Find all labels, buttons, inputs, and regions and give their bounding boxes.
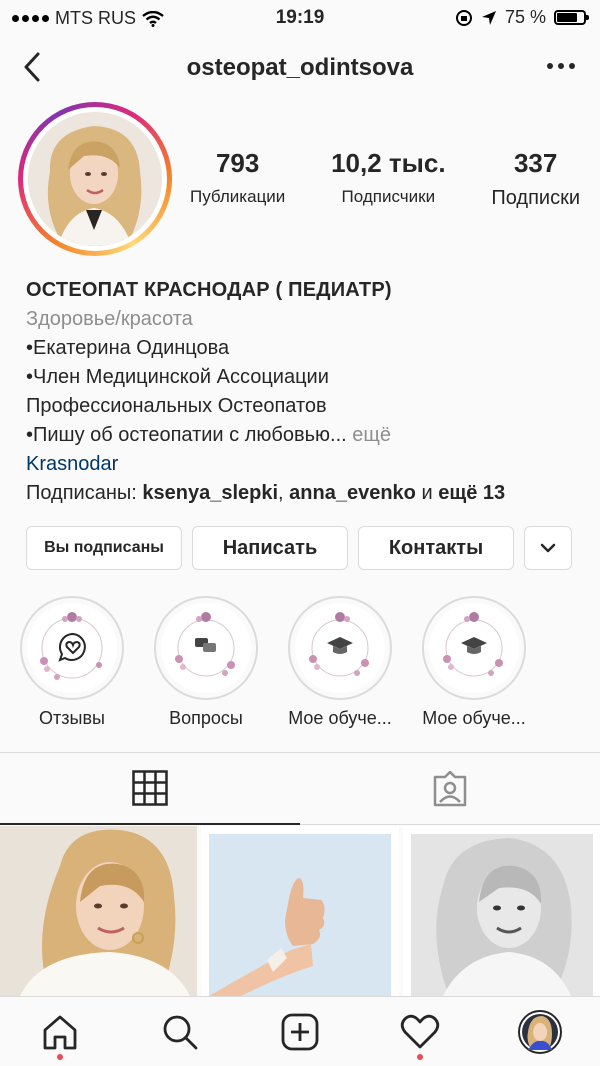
profile-stats: 793 Публикации 10,2 тыс. Подписчики 337 …	[190, 148, 580, 210]
posts-count: 793	[215, 148, 260, 178]
username-title: osteopat_odintsova	[186, 54, 414, 81]
home-icon	[43, 1015, 77, 1049]
profile-actions: Вы подписаны Написать Контакты	[26, 526, 572, 570]
followed-by-sep: ,	[278, 482, 290, 504]
tagged-icon	[433, 770, 467, 806]
highlight-label: Мое обуче...	[422, 708, 526, 728]
graduation-cap-icon	[327, 637, 353, 654]
display-name: ОСТЕОПАТ КРАСНОДАР ( ПЕДИАТР)	[26, 279, 392, 301]
nav-home[interactable]	[30, 1002, 90, 1062]
story-highlights: Отзывы Вопросы Мое обуче... Мое обуче...	[20, 596, 526, 729]
followed-by-and: и	[415, 482, 439, 504]
highlight-item[interactable]: Мое обуче...	[422, 596, 526, 729]
profile-bio: ОСТЕОПАТ КРАСНОДАР ( ПЕДИАТР) Здоровье/к…	[26, 276, 586, 508]
notification-dot	[57, 1053, 63, 1060]
heart-chat-icon	[58, 632, 86, 662]
following-label: Подписки	[491, 187, 580, 209]
notification-dot	[417, 1053, 423, 1060]
add-icon	[281, 1013, 319, 1050]
chat-bubbles-icon	[195, 638, 216, 652]
more-options-icon[interactable]	[544, 54, 578, 78]
status-bar: MTS RUS 19:19 75 %	[0, 0, 600, 36]
graduation-cap-icon	[461, 637, 487, 654]
followers-label: Подписчики	[341, 187, 436, 206]
bio-line: •Член Медицинской Ассоциации	[26, 366, 329, 388]
post-thumbnail[interactable]	[201, 826, 399, 996]
bio-more-link[interactable]: ещё	[352, 424, 391, 446]
suggested-toggle-button[interactable]	[524, 526, 572, 570]
following-count: 337	[513, 148, 558, 178]
followed-by-prefix: Подписаны:	[26, 482, 143, 504]
posts-label: Публикации	[190, 187, 286, 206]
battery-icon	[554, 10, 589, 25]
bottom-nav	[0, 996, 600, 1066]
message-button[interactable]: Написать	[192, 526, 348, 570]
nav-search[interactable]	[150, 1002, 210, 1062]
followers-count: 10,2 тыс.	[331, 148, 446, 178]
posts-grid	[0, 826, 600, 996]
contacts-button[interactable]: Контакты	[358, 526, 514, 570]
nav-new-post[interactable]	[270, 1002, 330, 1062]
bio-line: •Екатерина Одинцова	[26, 337, 230, 359]
followed-by-user[interactable]: anna_evenko	[289, 482, 416, 504]
tab-tagged[interactable]	[300, 753, 600, 825]
profile-tabs	[0, 752, 600, 825]
orientation-lock-icon	[455, 9, 472, 26]
following-button[interactable]: Вы подписаны	[26, 526, 182, 570]
following-stat[interactable]: 337 Подписки	[491, 148, 580, 210]
category-label: Здоровье/красота	[26, 308, 193, 330]
followed-by-more[interactable]: ещё 13	[438, 482, 505, 504]
post-thumbnail[interactable]	[402, 826, 600, 996]
post-image	[402, 826, 600, 996]
profile-header: osteopat_odintsova	[0, 36, 600, 100]
location-link[interactable]: Krasnodar	[26, 450, 586, 479]
highlight-label: Мое обуче...	[288, 708, 392, 728]
nav-activity[interactable]	[390, 1002, 450, 1062]
followers-stat[interactable]: 10,2 тыс. Подписчики	[331, 148, 445, 210]
followed-by-user[interactable]: ksenya_slepki	[142, 482, 278, 504]
profile-avatar[interactable]	[18, 102, 172, 256]
search-icon	[163, 1015, 198, 1049]
profile-avatar	[518, 1009, 562, 1054]
chevron-down-icon	[540, 543, 556, 553]
post-image	[201, 826, 399, 996]
post-thumbnail[interactable]	[0, 826, 198, 996]
tab-posts-grid[interactable]	[0, 753, 300, 825]
bio-line: Профессиональных Остеопатов	[26, 395, 327, 417]
bio-line-text: •Пишу об остеопатии с любовью...	[26, 424, 347, 446]
bio-line-truncated: •Пишу об остеопатии с любовью... ещё	[26, 421, 586, 450]
followed-by[interactable]: Подписаны: ksenya_slepki, anna_evenko и …	[26, 479, 586, 508]
post-image	[0, 826, 198, 996]
heart-icon	[400, 1014, 440, 1048]
nav-profile[interactable]	[510, 1002, 570, 1062]
highlight-label: Вопросы	[169, 708, 243, 728]
battery-percent: 75 %	[504, 7, 546, 27]
grid-icon	[132, 770, 168, 806]
highlight-item[interactable]: Мое обуче...	[288, 596, 392, 729]
profile-photo	[28, 112, 162, 246]
posts-stat[interactable]: 793 Публикации	[190, 148, 285, 210]
highlight-item[interactable]: Отзывы	[20, 596, 124, 729]
highlight-item[interactable]: Вопросы	[154, 596, 258, 729]
location-icon	[481, 10, 496, 25]
highlight-label: Отзывы	[39, 708, 105, 728]
